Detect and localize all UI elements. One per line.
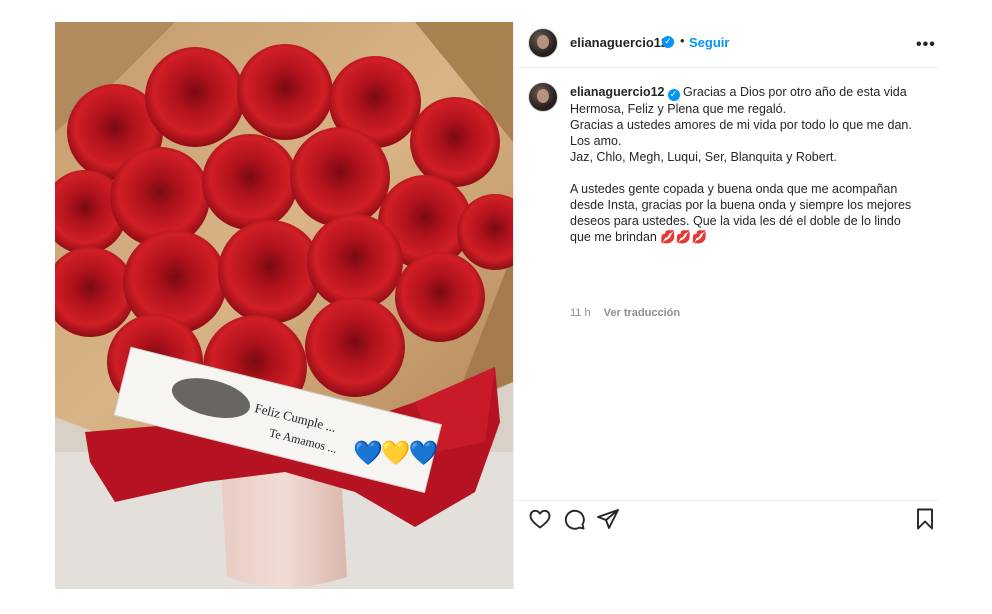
action-bar bbox=[514, 500, 938, 590]
instagram-post: Feliz Cumple ... Te Amamos ... 💙💛💙 elian… bbox=[55, 22, 938, 590]
post-time[interactable]: 11 h bbox=[570, 307, 591, 319]
post-side-panel: elianaguercio12 ✓ • Seguir ••• elianague… bbox=[513, 22, 938, 590]
heart-emoji-sticker: 💙💛💙 bbox=[353, 439, 439, 467]
post-meta: 11 h Ver traducción bbox=[570, 307, 680, 319]
comment-icon[interactable] bbox=[562, 507, 586, 531]
caption-line-3: Jaz, Chlo, Megh, Luqui, Ser, Blanquita y… bbox=[570, 150, 837, 164]
rose-bouquet-image: Feliz Cumple ... Te Amamos ... bbox=[55, 22, 513, 589]
heart-icon[interactable] bbox=[528, 507, 552, 531]
separator-dot: • bbox=[680, 33, 685, 48]
caption-text: elianaguercio12 ✓ Gracias a Dios por otro… bbox=[570, 84, 925, 245]
caption-avatar[interactable] bbox=[528, 82, 558, 112]
verified-badge-icon: ✓ bbox=[667, 89, 680, 101]
bookmark-icon[interactable] bbox=[914, 507, 936, 531]
follow-button[interactable]: Seguir bbox=[689, 35, 729, 50]
share-icon[interactable] bbox=[596, 507, 620, 531]
more-options-icon[interactable]: ••• bbox=[916, 36, 936, 54]
avatar[interactable] bbox=[528, 28, 558, 58]
verified-badge-icon: ✓ bbox=[662, 36, 674, 48]
translate-link[interactable]: Ver traducción bbox=[604, 307, 680, 319]
post-photo[interactable]: Feliz Cumple ... Te Amamos ... 💙💛💙 bbox=[55, 22, 513, 589]
caption-username[interactable]: elianaguercio12 bbox=[570, 85, 665, 99]
header-username[interactable]: elianaguercio12 bbox=[570, 35, 668, 50]
caption-paragraph-2: A ustedes gente copada y buena onda que … bbox=[570, 182, 912, 244]
post-header: elianaguercio12 ✓ • Seguir ••• bbox=[514, 22, 938, 68]
caption-line-2: Gracias a ustedes amores de mi vida por … bbox=[570, 118, 912, 148]
